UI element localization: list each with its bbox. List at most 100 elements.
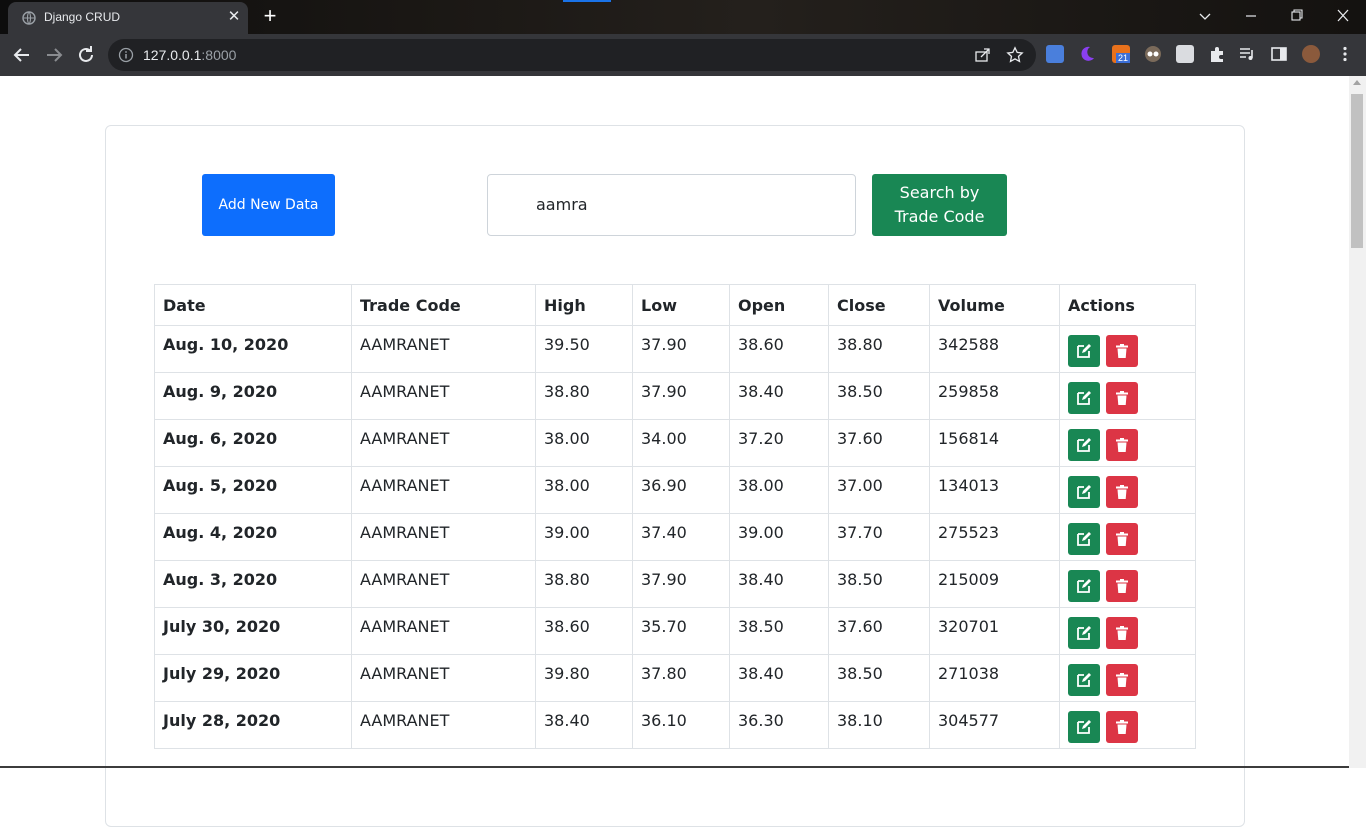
share-icon[interactable] xyxy=(974,46,992,64)
cell-trade-code: AAMRANET xyxy=(351,607,536,655)
edit-button[interactable] xyxy=(1068,570,1100,602)
calendar-extension-icon[interactable]: 21 xyxy=(1112,45,1131,63)
cell-high: 38.80 xyxy=(535,372,633,420)
delete-button[interactable] xyxy=(1106,523,1139,555)
cell-date: Aug. 10, 2020 xyxy=(154,325,352,373)
tab-search-chevron-icon[interactable] xyxy=(1194,6,1216,26)
cell-high: 39.00 xyxy=(535,513,633,561)
delete-button[interactable] xyxy=(1106,664,1139,696)
browser-tab[interactable]: Django CRUD ✕ xyxy=(8,2,248,34)
header-actions: Actions xyxy=(1059,284,1196,326)
cell-trade-code: AAMRANET xyxy=(351,654,536,702)
back-arrow-icon[interactable] xyxy=(10,43,34,67)
cell-low: 34.00 xyxy=(632,419,730,467)
cell-high: 38.00 xyxy=(535,466,633,514)
edit-icon xyxy=(1077,438,1091,452)
search-by-trade-code-button[interactable]: Search by Trade Code xyxy=(872,174,1007,236)
delete-button[interactable] xyxy=(1106,382,1139,414)
more-menu-icon[interactable] xyxy=(1336,45,1354,63)
cell-trade-code: AAMRANET xyxy=(351,372,536,420)
cell-low: 37.90 xyxy=(632,372,730,420)
bookmark-star-icon[interactable] xyxy=(1006,46,1024,64)
cell-open: 38.40 xyxy=(729,560,829,608)
cell-high: 38.60 xyxy=(535,607,633,655)
cell-close: 38.10 xyxy=(828,701,930,749)
cell-low: 37.90 xyxy=(632,560,730,608)
cell-open: 38.40 xyxy=(729,654,829,702)
side-panel-icon[interactable] xyxy=(1270,45,1288,63)
contact-extension-icon[interactable] xyxy=(1176,45,1194,63)
cell-actions xyxy=(1059,654,1196,702)
edit-button[interactable] xyxy=(1068,711,1100,743)
header-volume: Volume xyxy=(929,284,1060,326)
edit-button[interactable] xyxy=(1068,664,1100,696)
minimize-icon[interactable] xyxy=(1240,6,1262,26)
cell-low: 37.40 xyxy=(632,513,730,561)
titlebar-accent xyxy=(563,0,611,2)
header-open: Open xyxy=(729,284,829,326)
close-window-icon[interactable] xyxy=(1332,6,1354,26)
cell-trade-code: AAMRANET xyxy=(351,325,536,373)
glasses-extension-icon[interactable] xyxy=(1144,45,1162,63)
cell-date: Aug. 4, 2020 xyxy=(154,513,352,561)
cell-actions xyxy=(1059,325,1196,373)
delete-button[interactable] xyxy=(1106,570,1139,602)
cell-high: 39.80 xyxy=(535,654,633,702)
moon-extension-icon[interactable] xyxy=(1078,45,1096,63)
table-row: July 29, 2020 AAMRANET 39.80 37.80 38.40 38.5… xyxy=(154,654,1196,702)
edit-button[interactable] xyxy=(1068,476,1100,508)
cell-close: 37.00 xyxy=(828,466,930,514)
edit-button[interactable] xyxy=(1068,335,1100,367)
cell-trade-code: AAMRANET xyxy=(351,419,536,467)
cell-volume: 215009 xyxy=(929,560,1060,608)
scroll-up-arrow-icon[interactable] xyxy=(1353,80,1361,85)
address-bar[interactable]: 127.0.0.1:8000 xyxy=(108,39,1036,71)
trash-icon xyxy=(1116,532,1129,546)
cell-close: 37.60 xyxy=(828,607,930,655)
tab-close-icon[interactable]: ✕ xyxy=(226,8,242,24)
cell-close: 37.70 xyxy=(828,513,930,561)
trash-icon xyxy=(1116,626,1129,640)
table-row: Aug. 9, 2020 AAMRANET 38.80 37.90 38.40 38.50… xyxy=(154,372,1196,420)
new-tab-icon[interactable]: + xyxy=(258,5,282,29)
puzzle-extensions-icon[interactable] xyxy=(1208,45,1226,63)
cell-close: 38.50 xyxy=(828,654,930,702)
restore-icon[interactable] xyxy=(1286,6,1308,26)
header-low: Low xyxy=(632,284,730,326)
cell-volume: 259858 xyxy=(929,372,1060,420)
trash-icon xyxy=(1116,344,1129,358)
delete-button[interactable] xyxy=(1106,429,1139,461)
page-scrollbar[interactable] xyxy=(1349,76,1366,768)
delete-button[interactable] xyxy=(1106,335,1139,367)
cell-open: 38.50 xyxy=(729,607,829,655)
edit-button[interactable] xyxy=(1068,382,1100,414)
cell-volume: 304577 xyxy=(929,701,1060,749)
media-queue-icon[interactable] xyxy=(1238,45,1256,63)
cell-open: 38.40 xyxy=(729,372,829,420)
trade-code-search-input[interactable]: aamra xyxy=(487,174,856,236)
delete-button[interactable] xyxy=(1106,711,1139,743)
stock-data-table: Date Trade Code High Low Open Close Volu… xyxy=(154,284,1196,749)
edit-button[interactable] xyxy=(1068,429,1100,461)
site-info-icon[interactable] xyxy=(118,47,134,63)
edit-button[interactable] xyxy=(1068,523,1100,555)
header-close: Close xyxy=(828,284,930,326)
table-row: Aug. 6, 2020 AAMRANET 38.00 34.00 37.20 37.60… xyxy=(154,419,1196,467)
scroll-thumb[interactable] xyxy=(1351,94,1363,248)
cell-trade-code: AAMRANET xyxy=(351,701,536,749)
cell-date: Aug. 5, 2020 xyxy=(154,466,352,514)
edit-button[interactable] xyxy=(1068,617,1100,649)
cell-date: July 30, 2020 xyxy=(154,607,352,655)
add-new-data-button[interactable]: Add New Data xyxy=(202,174,335,236)
forward-arrow-icon[interactable] xyxy=(42,43,66,67)
delete-button[interactable] xyxy=(1106,617,1139,649)
edit-icon xyxy=(1077,391,1091,405)
cell-trade-code: AAMRANET xyxy=(351,513,536,561)
cell-low: 36.90 xyxy=(632,466,730,514)
cell-high: 39.50 xyxy=(535,325,633,373)
reload-icon[interactable] xyxy=(74,43,98,67)
profile-avatar[interactable] xyxy=(1302,45,1320,63)
delete-button[interactable] xyxy=(1106,476,1139,508)
translate-extension-icon[interactable] xyxy=(1046,45,1064,63)
url-port: :8000 xyxy=(201,47,237,63)
